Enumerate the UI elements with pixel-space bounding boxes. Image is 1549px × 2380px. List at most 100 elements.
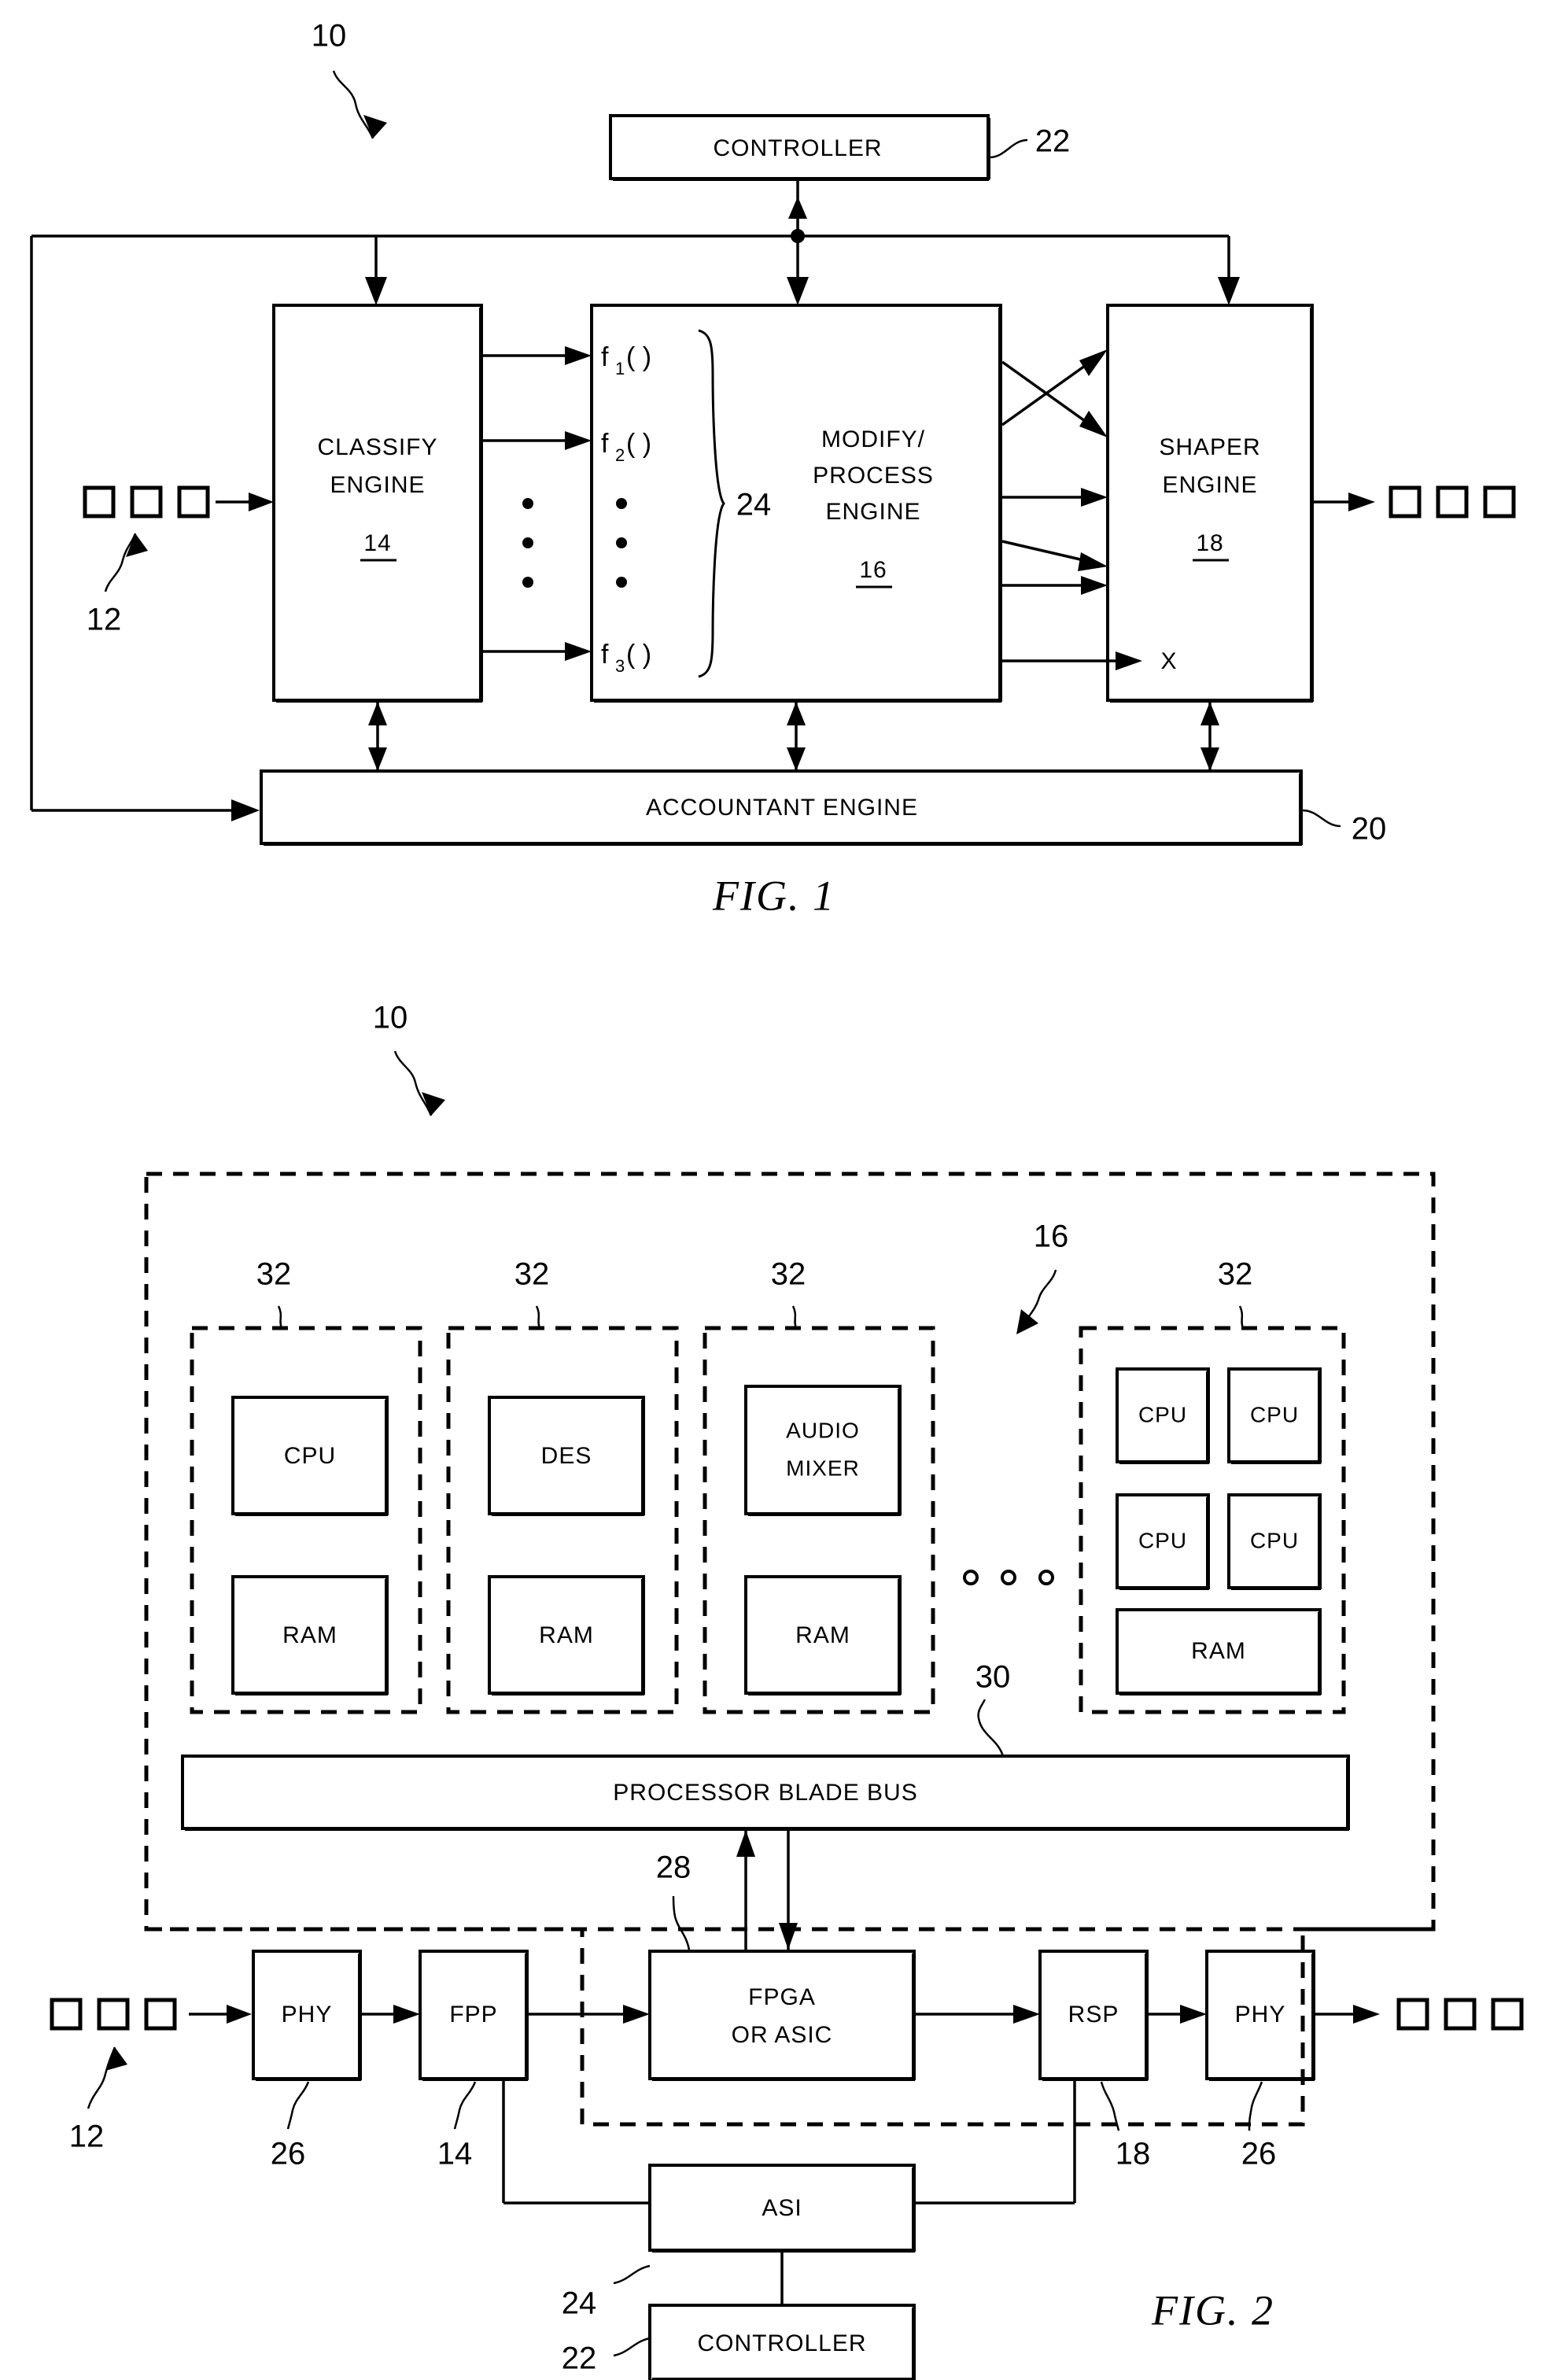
fig1-shaper-shadow-b: [1110, 699, 1313, 703]
fig2-blade-4-cpu-label-2: CPU: [1250, 1402, 1299, 1426]
fig2-fpga-to-rsp-arrow: [1013, 2005, 1040, 2024]
fig2-blade-1-cpu-shadow-b: [235, 1512, 388, 1516]
fig2-blade-4-ram-label: RAM: [1191, 1638, 1246, 1664]
fig1-modify-shadow-r: [998, 308, 1002, 701]
fig1-straight-arrow-2-line: [1001, 540, 1091, 563]
figure-2: 10 16 32 CPU RAM 32 DES RAM 32 AUDIO MIX…: [50, 1001, 1524, 2380]
fig2-rsp-shadow-b: [1042, 2077, 1148, 2081]
fig1-packets-leader: [104, 533, 137, 592]
fig1-accountant-label: ACCOUNTANT ENGINE: [646, 795, 918, 821]
fig2-fpp-shadow-b: [422, 2077, 528, 2081]
fig2-blade-4-cpu-4-shadow-b: [1231, 1586, 1321, 1590]
fig1-bus-to-shaper-arrow: [1218, 277, 1240, 305]
fig1-output-packet-2: [1436, 485, 1469, 518]
fig1-fn-ellipsis-dot-1: [616, 498, 627, 509]
fig2-fpp-leader: [453, 2081, 477, 2130]
fig2-blade-2-leader: [535, 1305, 541, 1329]
fig2-blade-3-ref: 32: [771, 1257, 806, 1292]
fig2-blade-2-des-shadow-b: [492, 1512, 644, 1516]
fig2-blade-2-ram-shadow-r: [641, 1579, 645, 1694]
fig2-blade-3-audio-shadow-r: [898, 1389, 902, 1515]
fig2-input-packets-leader-arrow: [105, 2047, 127, 2071]
fig1-shaper-ref: 18: [1196, 530, 1223, 556]
fig1-modify-label-1: MODIFY/: [821, 426, 925, 452]
fig1-function-list: f 1 ( ) f 2 ( ) f 3 ( ): [601, 342, 651, 676]
fig1-input-packet-2: [130, 485, 163, 518]
fig2-fpga-box: [648, 1950, 916, 2080]
fig1-controller-box-shadow: [613, 177, 989, 181]
fig2-blade-3-audio-shadow-b: [748, 1512, 901, 1516]
fig1-modify-label-2: PROCESS: [813, 463, 934, 489]
fig2-bus-to-fpga-down-arrow: [779, 1923, 798, 1950]
fig1-function-3-base: f: [601, 640, 609, 670]
fig2-blade-1-ram-shadow-r: [385, 1579, 389, 1694]
fig1-bus-to-modify-arrow: [787, 277, 809, 305]
fig2-blade-4-leader: [1238, 1305, 1245, 1329]
fig2-asi-leader: [613, 2264, 651, 2285]
fig1-acct-link-classify-down: [368, 747, 387, 771]
fig2-controller-ref: 22: [562, 2341, 597, 2376]
fig2-controller-leader: [613, 2337, 651, 2357]
fig1-accountant-shadow-b: [264, 842, 1302, 846]
fig1-fn-ellipsis-dot-2: [616, 537, 627, 548]
fig2-phy-to-fpp-arrow: [393, 2005, 420, 2024]
fig2-blade-4-cpu-3-shadow-b: [1119, 1586, 1209, 1590]
fig2-blade-3-audio-label-1: AUDIO: [786, 1418, 860, 1442]
fig1-input-arrowhead: [249, 493, 274, 511]
fig2-modify-ref: 16: [1034, 1220, 1069, 1254]
fig1-classify-to-f1-arrow: [565, 346, 592, 365]
fig1-acct-link-classify-up: [368, 702, 387, 725]
fig2-blade-3: 32 AUDIO MIXER RAM: [703, 1257, 935, 1714]
fig2-bus-to-fpga-up-arrow: [736, 1830, 755, 1857]
fig2-input-arrowhead: [227, 2005, 252, 2024]
fig2-input-packet-3: [144, 1998, 177, 2031]
fig2-controller-shadow-r: [912, 2308, 916, 2380]
fig2-input-packet-2: [97, 1998, 130, 2031]
fig1-input-packet-1: [83, 485, 116, 518]
fig1-straight-arrow-3-head: [1081, 576, 1108, 595]
fig1-modify-box: [590, 304, 1002, 702]
fig2-input-packets-ref: 12: [69, 2120, 105, 2154]
fig2-blade-3-audio-box: [744, 1385, 902, 1515]
fig1-classify-label-1: CLASSIFY: [317, 434, 437, 460]
fig2-blade-4-cpu-1-shadow-r: [1206, 1371, 1210, 1463]
fig2-blade-3-ram-shadow-b: [748, 1692, 901, 1696]
fig1-output-arrowhead: [1348, 493, 1375, 511]
fig2-asi-label: ASI: [762, 2195, 802, 2221]
fig1-function-brace: [698, 329, 725, 678]
fig2-blade-4-cpu-2-shadow-r: [1318, 1371, 1322, 1463]
fig1-output-packet-3: [1483, 485, 1516, 518]
fig2-blade-ellipsis-3: [1038, 1570, 1054, 1585]
fig1-output-packet-1: [1389, 485, 1422, 518]
fig2-phy-in-label: PHY: [282, 2002, 333, 2028]
fig1-function-3-sub: 3: [615, 656, 625, 676]
fig2-blade-4-cpu-4-shadow-r: [1318, 1497, 1322, 1589]
fig1-bus-to-classify-arrow: [365, 277, 387, 305]
fig2-blade-4-cpu-2-shadow-b: [1231, 1460, 1321, 1464]
fig2-fpga-label-2: OR ASIC: [732, 2022, 833, 2048]
fig2-system-leader: [393, 1050, 433, 1116]
fig2-phy-in-shadow-b: [256, 2077, 361, 2081]
fig1-controller-box-shadow-r: [987, 118, 990, 179]
fig2-fpga-shadow-b: [652, 2077, 915, 2081]
fig1-function-2-sub: 2: [615, 445, 625, 465]
fig1-shaper-box: [1106, 304, 1314, 702]
fig1-classify-shadow-b: [276, 699, 482, 703]
fig1-classify-to-f3-arrow: [565, 642, 592, 661]
fig1-classify-label-2: ENGINE: [330, 472, 425, 498]
fig2-controller-label: CONTROLLER: [697, 2330, 866, 2356]
fig1-system-leader: [332, 70, 374, 139]
fig2-blade-4-cpu-label-3: CPU: [1138, 1528, 1187, 1552]
fig2-rsp-ref: 18: [1116, 2137, 1151, 2172]
fig2-blade-4-ram-shadow-b: [1119, 1692, 1321, 1696]
fig2-phy-in-leader: [286, 2081, 310, 2130]
fig2-rsp-shadow-r: [1145, 1954, 1149, 2079]
fig2-blade-bus-shadow-b: [185, 1827, 1349, 1831]
fig2-phy-out-label: PHY: [1235, 2002, 1286, 2028]
fig1-accountant-shadow-r: [1299, 773, 1303, 844]
fig2-phy-out-leader: [1248, 2081, 1263, 2131]
fig1-function-brace-ref: 24: [736, 488, 772, 522]
fig2-blade-2: 32 DES RAM: [446, 1257, 679, 1714]
fig1-function-1-sub: 1: [615, 359, 625, 378]
fig1-caption: FIG. 1: [712, 872, 835, 919]
